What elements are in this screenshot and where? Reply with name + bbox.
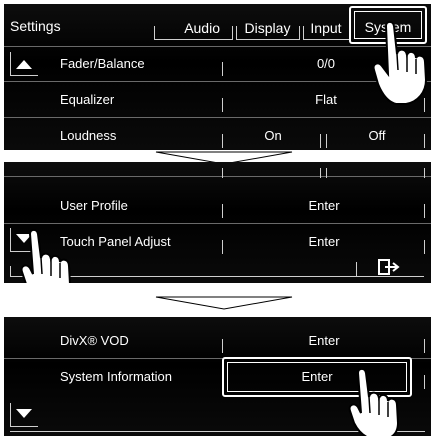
header: Settings Audio Display Input System: [4, 4, 431, 44]
loudness-off-label: Off: [368, 128, 386, 143]
tab-divider: [299, 26, 300, 40]
settings-screen-3: DivX® VOD Enter System Information Enter: [4, 317, 431, 436]
row-label: User Profile: [60, 198, 128, 213]
tab-divider: [232, 26, 233, 40]
tab-input[interactable]: Input: [303, 10, 349, 40]
settings-screen-1: Settings Audio Display Input System Fade…: [4, 4, 431, 150]
touch-panel-adjust-enter-button[interactable]: Enter: [226, 226, 422, 258]
exit-icon: [378, 259, 400, 275]
divider: [222, 339, 223, 353]
divider: [222, 98, 223, 112]
row-equalizer: Equalizer Flat: [4, 84, 431, 116]
separator: [4, 176, 431, 177]
divider: [222, 204, 223, 218]
row-label: Fader/Balance: [60, 56, 145, 71]
divider: [222, 168, 223, 178]
tab-input-label: Input: [310, 20, 342, 36]
loudness-off-button[interactable]: Off: [330, 120, 424, 150]
page-title: Settings: [10, 18, 61, 34]
divider: [424, 204, 425, 218]
divider: [326, 168, 327, 178]
divider: [222, 134, 223, 148]
tab-audio[interactable]: Audio: [154, 10, 232, 40]
divider: [10, 266, 11, 276]
button-frame: [356, 276, 424, 277]
tab-display[interactable]: Display: [236, 10, 299, 40]
flow-arrow-icon: [155, 296, 293, 310]
divider: [424, 240, 425, 254]
row-user-profile: User Profile Enter: [4, 190, 431, 222]
tab-display-label: Display: [244, 20, 291, 36]
separator: [4, 46, 431, 47]
row-fader-balance: Fader/Balance 0/0: [4, 48, 431, 80]
tab-audio-label: Audio: [184, 20, 220, 36]
divx-vod-enter-button[interactable]: Enter: [226, 325, 422, 357]
row-label: DivX® VOD: [60, 333, 129, 348]
loudness-on-label: On: [264, 128, 282, 143]
enter-label: Enter: [308, 198, 340, 213]
divider: [222, 62, 223, 76]
scroll-down-button[interactable]: [10, 403, 38, 427]
hand-pointer-icon: [20, 228, 71, 283]
divider: [424, 339, 425, 353]
hand-pointer-icon: [372, 20, 428, 105]
divider: [356, 262, 357, 276]
hand-pointer-icon: [348, 367, 400, 436]
row-label: Loudness: [60, 128, 117, 143]
divider: [222, 240, 223, 254]
row-label: Equalizer: [60, 92, 115, 107]
divider: [320, 134, 321, 148]
separator: [4, 223, 431, 224]
enter-label: Enter: [308, 333, 340, 348]
divider: [320, 168, 321, 178]
separator: [4, 81, 431, 82]
user-profile-enter-button[interactable]: Enter: [226, 190, 422, 222]
divider: [424, 134, 425, 148]
exit-button[interactable]: [356, 258, 426, 278]
row-loudness: Loudness On Off: [4, 120, 431, 150]
separator: [4, 117, 431, 118]
enter-label: Enter: [308, 234, 340, 249]
row-divx-vod: DivX® VOD Enter: [4, 325, 431, 357]
loudness-on-button[interactable]: On: [226, 120, 320, 150]
divider: [326, 134, 327, 148]
down-arrow-icon: [16, 409, 32, 418]
divider: [424, 375, 425, 389]
row-label: System Information: [60, 369, 172, 384]
settings-screen-2: User Profile Enter Touch Panel Adjust En…: [4, 162, 431, 283]
divider: [424, 168, 425, 178]
